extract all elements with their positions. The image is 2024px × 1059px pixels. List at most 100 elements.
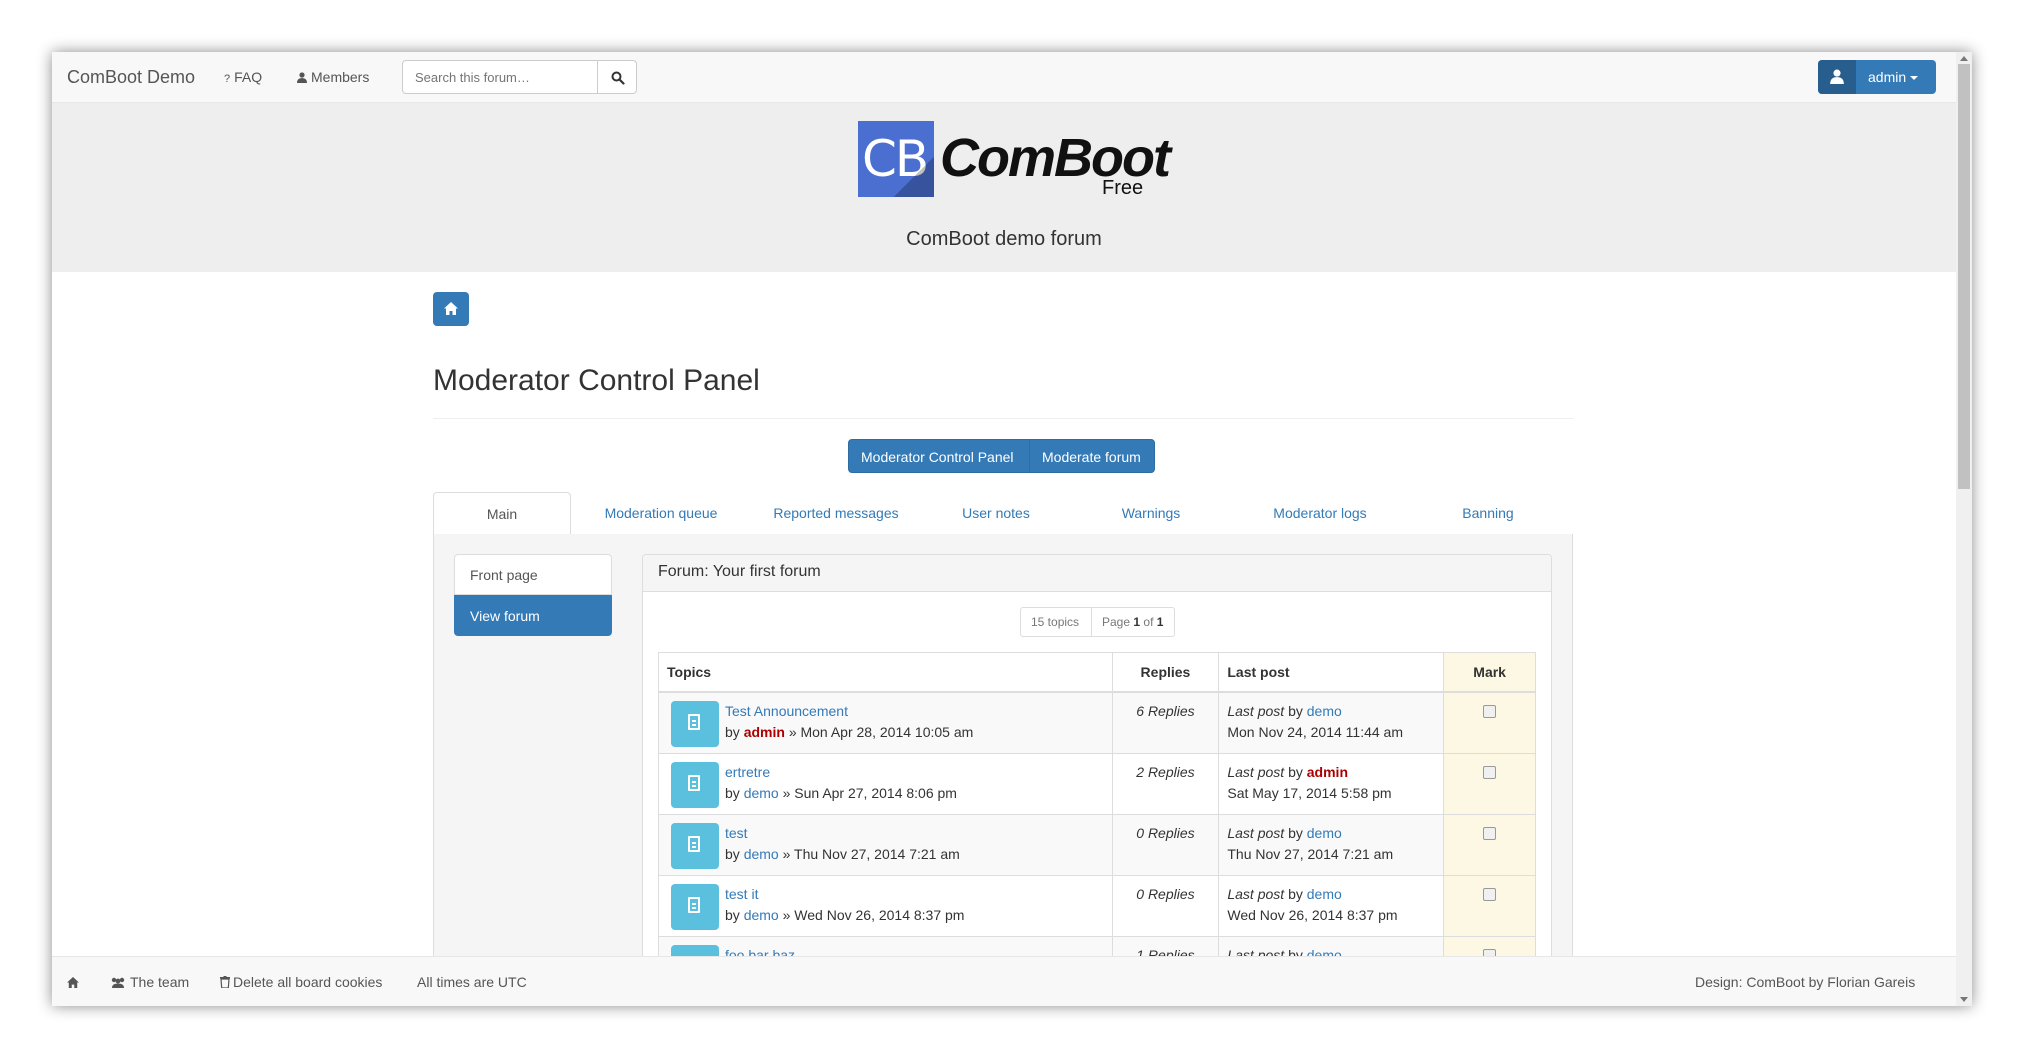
page-title: Moderator Control Panel [433, 364, 760, 397]
tab-moderation-queue[interactable]: Moderation queue [571, 492, 751, 534]
top-navbar: ComBoot Demo ?FAQ Members admin [52, 52, 1956, 103]
moderator-control-panel-button[interactable]: Moderator Control Panel [848, 439, 1030, 473]
members-link[interactable]: Members [297, 69, 369, 85]
topic-meta: by admin » Mon Apr 28, 2014 10:05 am [725, 724, 974, 740]
tab-reported-messages[interactable]: Reported messages [751, 492, 921, 534]
column-header-last-post: Last post [1218, 652, 1445, 693]
mark-checkbox[interactable] [1483, 705, 1497, 718]
site-description: ComBoot demo forum [906, 228, 1102, 250]
side-item-front-page[interactable]: Front page [454, 554, 612, 595]
users-icon [111, 977, 125, 988]
faq-link[interactable]: ? FAQ [224, 69, 262, 85]
document-icon [688, 774, 700, 791]
search-button[interactable] [597, 60, 637, 94]
mcp-tabs: Main Moderation queue Reported messages … [433, 492, 1573, 535]
search-icon [611, 71, 625, 85]
column-header-mark: Mark [1443, 652, 1536, 693]
author-link[interactable]: demo [744, 907, 779, 923]
topic-icon [671, 822, 719, 869]
topic-icon [671, 883, 719, 930]
username-label: admin [1868, 69, 1907, 85]
page-indicator: Page 1 of 1 [1091, 607, 1175, 637]
tab-user-notes[interactable]: User notes [921, 492, 1071, 534]
divider [433, 418, 1573, 419]
brand-link[interactable]: ComBoot Demo [67, 67, 195, 88]
topic-title-link[interactable]: ertretre [667, 764, 1104, 780]
scroll-up-arrow-icon[interactable] [1960, 56, 1968, 61]
author-link[interactable]: admin [744, 724, 785, 740]
topic-cell: ertretre by demo » Sun Apr 27, 2014 8:06… [658, 752, 1113, 815]
user-icon [1830, 69, 1844, 84]
table-row: test by demo » Thu Nov 27, 2014 7:21 am … [658, 813, 1536, 876]
delete-cookies-link[interactable]: Delete all board cookies [220, 974, 382, 990]
topic-cell: test it by demo » Wed Nov 26, 2014 8:37 … [658, 874, 1113, 937]
topic-count: 15 topics [1020, 607, 1092, 637]
mark-checkbox[interactable] [1483, 887, 1497, 901]
table-row: ertretre by demo » Sun Apr 27, 2014 8:06… [658, 752, 1536, 815]
last-post-date: Mon Nov 24, 2014 11:44 am [1227, 724, 1403, 740]
tab-banning[interactable]: Banning [1409, 492, 1567, 534]
user-menu-button[interactable]: admin [1818, 60, 1936, 94]
trash-icon [220, 976, 230, 989]
last-poster-link[interactable]: demo [1307, 886, 1342, 902]
last-poster-link[interactable]: demo [1307, 825, 1342, 841]
last-post-cell: Last post by admin Sat May 17, 2014 5:58 … [1218, 752, 1445, 815]
home-button[interactable] [433, 292, 469, 326]
topic-cell: test by demo » Thu Nov 27, 2014 7:21 am [658, 813, 1113, 876]
team-label: The team [130, 974, 190, 990]
timezone-text: All times are UTC [417, 974, 527, 990]
last-poster-link[interactable]: demo [1307, 703, 1342, 719]
design-credit[interactable]: Design: ComBoot by Florian Gareis [1695, 974, 1915, 990]
last-post-cell: Last post by demo Mon Nov 24, 2014 11:44 … [1218, 691, 1445, 754]
page-scrollbar[interactable] [1956, 52, 1972, 1006]
topic-meta: by demo » Thu Nov 27, 2014 7:21 am [725, 845, 960, 862]
last-post-cell: Last post by demo Thu Nov 27, 2014 7:21 a… [1218, 813, 1445, 876]
search-input[interactable] [402, 60, 598, 94]
tab-warnings[interactable]: Warnings [1071, 492, 1231, 534]
moderate-forum-button[interactable]: Moderate forum [1029, 439, 1155, 473]
topic-meta: by demo » Wed Nov 26, 2014 8:37 pm [725, 906, 965, 923]
side-item-view-forum[interactable]: View forum [454, 595, 612, 636]
topic-icon [671, 761, 719, 808]
mark-cell [1443, 874, 1536, 937]
panel-heading: Forum: Your first forum [643, 555, 1551, 592]
page: ComBoot Demo ?FAQ Members admin CB ComBo… [52, 52, 1956, 1006]
logo-mark: CB [858, 121, 934, 197]
footer-home-link[interactable] [67, 974, 79, 990]
scrollbar-thumb[interactable] [1958, 64, 1970, 489]
user-icon [297, 72, 307, 83]
site-logo[interactable]: CB ComBoot Free [858, 121, 1171, 199]
last-post-cell: Last post by demo Wed Nov 26, 2014 8:37 p… [1218, 874, 1445, 937]
last-post-date: Thu Nov 27, 2014 7:21 am [1227, 845, 1394, 862]
author-link[interactable]: demo [744, 846, 779, 862]
tab-main[interactable]: Main [433, 492, 571, 535]
author-link[interactable]: demo [744, 785, 779, 801]
column-header-topics: Topics [658, 652, 1113, 693]
faq-label: FAQ [234, 69, 263, 85]
table-row: Test Announcement by admin » Mon Apr 28,… [658, 691, 1536, 754]
document-icon [688, 835, 700, 852]
mark-cell [1443, 691, 1536, 754]
mark-cell [1443, 813, 1536, 876]
replies-cell: 2 Replies [1111, 752, 1220, 815]
replies-cell: 6 Replies [1111, 691, 1220, 754]
team-link[interactable]: The team [110, 974, 189, 990]
mark-checkbox[interactable] [1483, 826, 1497, 840]
last-post-date: Wed Nov 26, 2014 8:37 pm [1227, 906, 1398, 923]
topic-meta: by demo » Sun Apr 27, 2014 8:06 pm [725, 784, 957, 801]
column-header-replies: Replies [1111, 652, 1220, 693]
home-icon [444, 302, 458, 315]
mark-checkbox[interactable] [1483, 765, 1497, 779]
replies-cell: 0 Replies [1111, 874, 1220, 937]
table-header-row: Topics Replies Last post Mark [658, 652, 1536, 693]
topic-title-link[interactable]: Test Announcement [667, 703, 1104, 719]
members-label: Members [311, 69, 370, 85]
topic-title-link[interactable]: test it [667, 886, 1104, 902]
scroll-down-arrow-icon[interactable] [1960, 997, 1968, 1002]
browser-window: ComBoot Demo ?FAQ Members admin CB ComBo… [52, 52, 1972, 1006]
last-poster-link[interactable]: admin [1307, 764, 1348, 780]
tab-moderator-logs[interactable]: Moderator logs [1231, 492, 1409, 534]
document-icon [688, 896, 700, 913]
delete-cookies-label: Delete all board cookies [233, 974, 383, 990]
topic-title-link[interactable]: test [667, 825, 1104, 841]
